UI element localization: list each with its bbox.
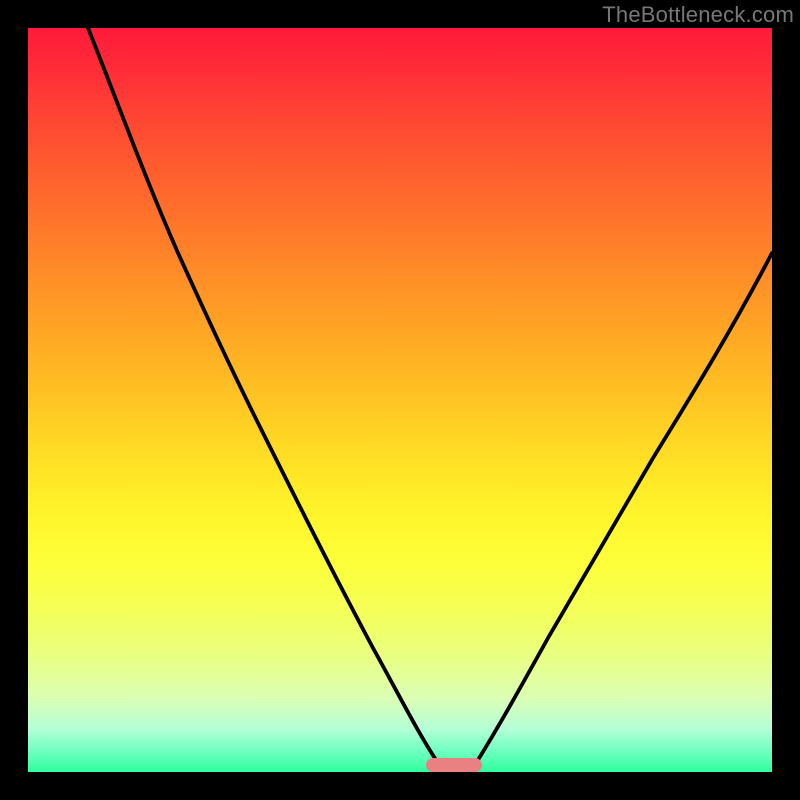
right-branch-path — [476, 253, 772, 763]
bottleneck-curve — [28, 28, 772, 772]
chart-frame: TheBottleneck.com — [0, 0, 800, 800]
optimum-marker — [426, 758, 482, 772]
plot-area — [28, 28, 772, 772]
watermark-text: TheBottleneck.com — [602, 2, 794, 28]
left-branch-path — [88, 28, 438, 763]
